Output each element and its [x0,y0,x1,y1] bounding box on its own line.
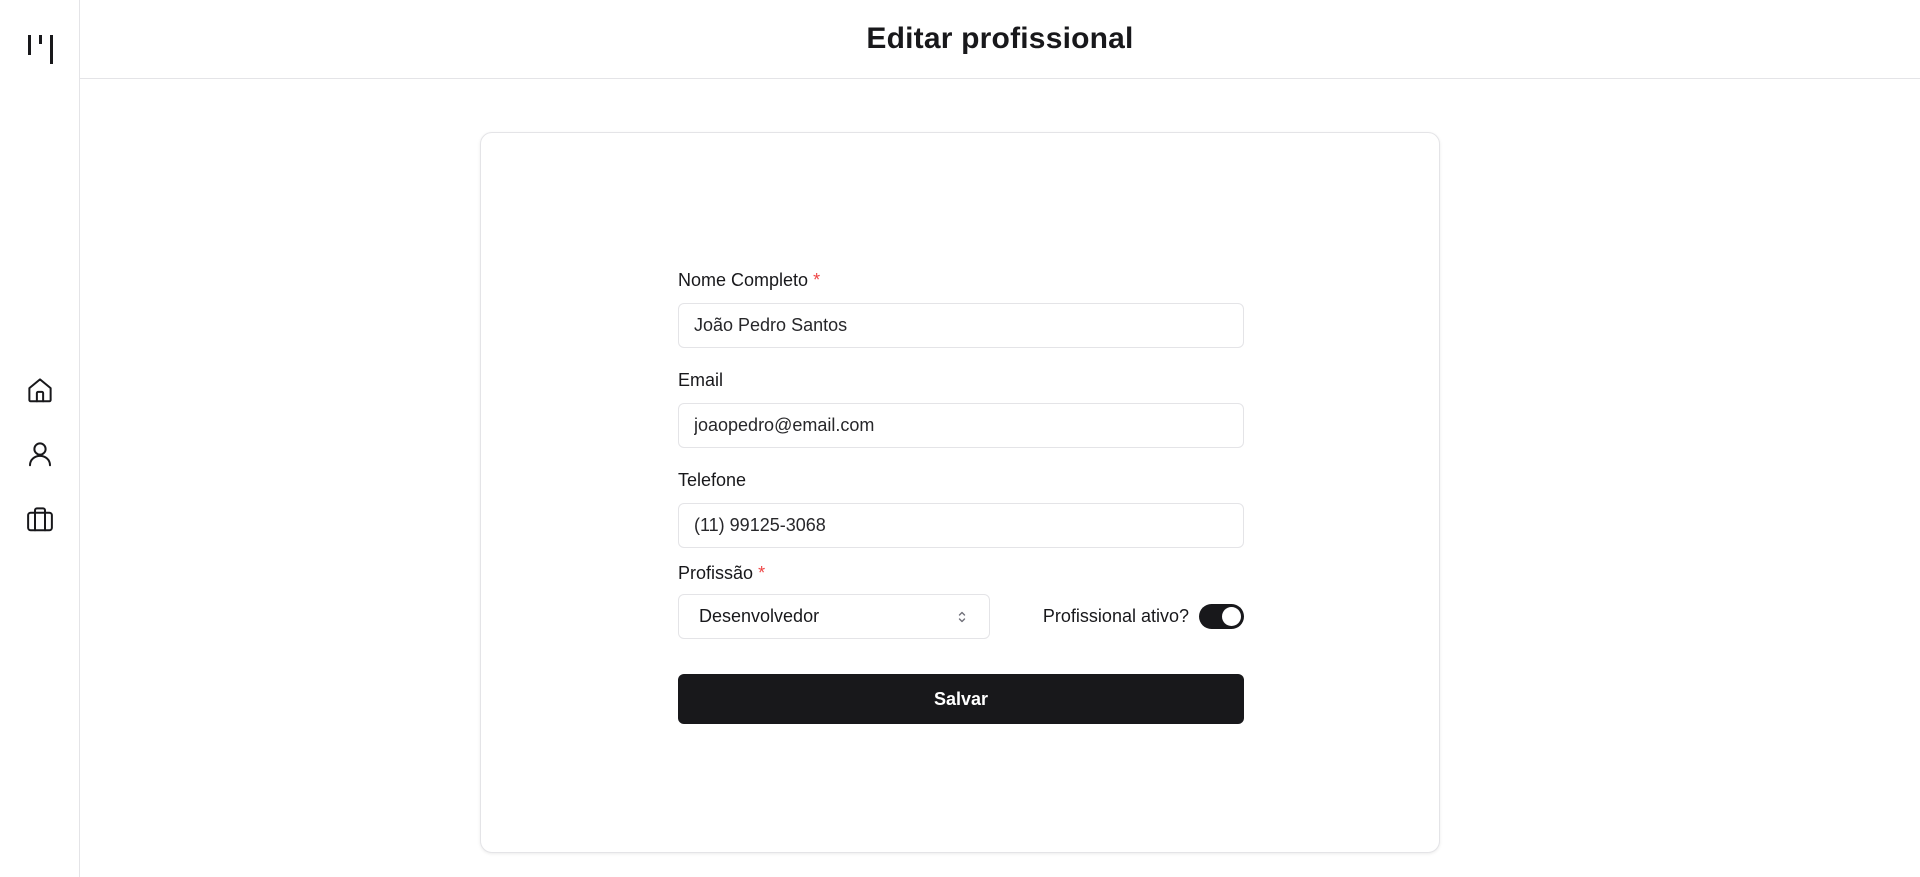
full-name-field: Nome Completo * [678,269,1244,348]
user-icon [29,442,51,467]
required-mark: * [813,270,821,290]
page-header: Editar profissional [80,0,1920,79]
logo-icon [26,32,56,64]
save-button[interactable]: Salvar [678,674,1244,724]
active-toggle-label: Profissional ativo? [1042,606,1189,626]
app-root: Editar profissional Nome Completo * Emai… [0,0,1920,877]
phone-input[interactable] [678,503,1244,548]
page-title: Editar profissional [866,22,1134,55]
profession-select[interactable]: Desenvolvedor [678,594,990,639]
active-toggle-field: Profissional ativo? [1043,594,1244,639]
phone-field: Telefone [678,469,1244,548]
chevron-up-down-icon [958,611,966,623]
profession-row: Profissão * Desenvolvedor Profissional a… [678,562,1244,639]
sidebar-item-home[interactable] [20,370,60,410]
form-card: Nome Completo * Email Telefone Profissão… [480,132,1440,853]
full-name-label: Nome Completo * [678,270,821,290]
professional-form: Nome Completo * Email Telefone Profissão… [678,269,1244,724]
phone-label: Telefone [678,470,747,490]
profession-label: Profissão * [678,563,766,583]
toggle-knob [1222,607,1241,626]
home-icon [28,378,52,403]
active-toggle[interactable] [1199,604,1244,629]
email-input[interactable] [678,403,1244,448]
email-field: Email [678,369,1244,448]
profession-field: Profissão * Desenvolvedor [678,562,990,639]
profession-select-value: Desenvolvedor [699,606,820,626]
full-name-input[interactable] [678,303,1244,348]
briefcase-icon [27,507,53,532]
sidebar-item-professions[interactable] [20,499,60,539]
required-mark: * [758,563,766,583]
sidebar-item-users[interactable] [20,434,60,474]
sidebar [0,0,80,877]
email-label: Email [678,370,724,390]
